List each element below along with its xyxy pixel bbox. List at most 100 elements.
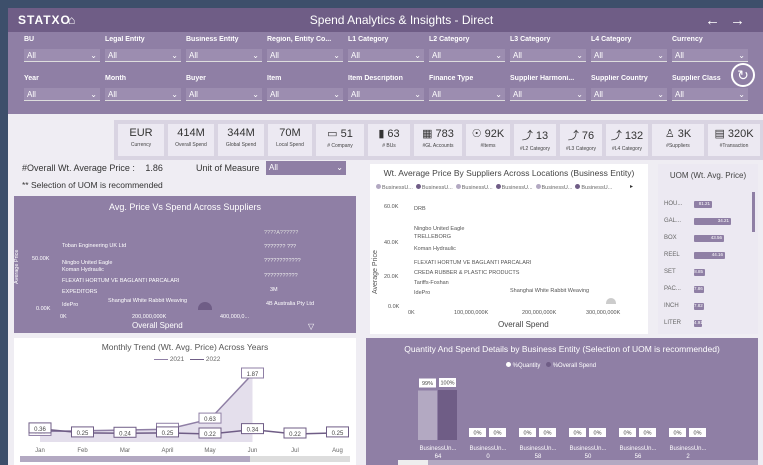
kpi-value: EUR [129,127,153,139]
uom-row-name: HOU... [664,201,683,207]
uom-row[interactable]: GAL... 34.21 [664,215,746,227]
filter-dropdown[interactable]: All ⌄ [24,49,100,62]
filter-value: All [513,89,522,99]
filter-business-entity[interactable]: Business Entity All ⌄ [186,36,262,62]
home-icon[interactable]: ⌂ [68,13,98,27]
uom-row[interactable]: PAC... 7.86 [664,283,746,295]
filter-bu[interactable]: BU All ⌄ [24,36,100,62]
uom-row[interactable]: REEL 44.16 [664,249,746,261]
data-label: 100% [440,381,454,387]
scatter1-point-label: FLEXATI HORTUM VE BAGLANTI PARCALARI [62,278,180,284]
filter-dropdown[interactable]: All ⌄ [267,88,343,101]
x-tick-label: Jun [248,448,258,454]
filter-dropdown[interactable]: All ⌄ [348,88,424,101]
scatter2-xlabel: Overall Spend [498,320,549,329]
uom-title: UOM (Wt. Avg. Price) [669,171,747,180]
filter-dropdown[interactable]: All ⌄ [186,49,262,62]
scrollbar-thumb[interactable] [398,460,428,465]
chevron-down-icon: ⌄ [333,50,340,60]
logo: STATXO [18,13,71,27]
filter-dropdown[interactable]: All ⌄ [591,88,667,101]
filter-dropdown[interactable]: All ⌄ [591,49,667,62]
kpi-card: ⤴ 13 #L2 Category [514,124,556,156]
filter-dropdown[interactable]: All ⌄ [672,49,748,62]
scatter2-point-label: IdePro [414,290,431,296]
scrollbar-thumb[interactable] [20,456,250,462]
uom-row[interactable]: BOX 43.56 [664,232,746,244]
legend-item: BusinessU... [495,184,533,191]
filter-finance-type[interactable]: Finance Type All ⌄ [429,75,505,101]
filter-dropdown[interactable]: All ⌄ [105,88,181,101]
filter-currency[interactable]: Currency All ⌄ [672,36,748,62]
trend-panel: Monthly Trend (Wt. Avg. Price) Across Ye… [14,338,356,465]
uom-row-bar: 43.56 [694,234,724,242]
filter-buyer[interactable]: Buyer All ⌄ [186,75,262,101]
filter-l4-category[interactable]: L4 Category All ⌄ [591,36,667,62]
data-label: 0.36 [34,427,46,433]
kpi-icon: ⤴ [610,130,622,142]
kpi-value: 51 [340,128,353,140]
filter-label: Buyer [186,75,206,82]
reset-icon[interactable]: ↻ [731,63,755,87]
kpi-card: EUR Currency [118,124,164,156]
scatter2-xtick: 100,000,000K [454,310,489,316]
uom-row[interactable]: INCH 7.82 [664,300,746,312]
scatter2-title: Wt. Average Price By Suppliers Across Lo… [383,168,635,178]
data-label: 0.25 [332,431,344,437]
filter-label: L2 Category [429,36,470,43]
uom-dropdown-value: All [269,163,278,172]
x-tick-label: BusinessUn... [569,446,606,452]
filter-dropdown[interactable]: All ⌄ [510,88,586,101]
x-tick-label: Jan [35,448,45,454]
legend-next-icon[interactable]: ▸ [630,183,633,190]
data-label: 0% [674,431,682,437]
filter-dropdown[interactable]: All ⌄ [429,88,505,101]
kpi-value: 70M [279,127,301,139]
filter-l2-category[interactable]: L2 Category All ⌄ [429,36,505,62]
uom-row-bar: 4.91 [694,319,703,327]
filter-label: Item [267,75,282,82]
chevron-down-icon[interactable]: ▽ [308,322,314,331]
legend-label: BusinessU... [461,185,493,191]
filter-dropdown[interactable]: All ⌄ [672,88,748,101]
overall-price-label: #Overall Wt. Average Price : 1.86 [22,163,163,173]
filter-dropdown[interactable]: All ⌄ [186,88,262,101]
scrollbar[interactable] [20,456,350,462]
chevron-down-icon: ⌄ [495,89,502,99]
scrollbar[interactable] [752,192,755,232]
kpi-card: ▤ 320K #Transaction [708,124,760,156]
kpi-icon: ⤴ [567,130,579,142]
filter-l3-category[interactable]: L3 Category All ⌄ [510,36,586,62]
filter-dropdown[interactable]: All ⌄ [510,49,586,62]
legend-label: BusinessU... [382,185,413,191]
filter-region-entity-co[interactable]: Region, Entity Co... All ⌄ [267,36,343,62]
uom-row[interactable]: SET 8.85 [664,266,746,278]
uom-row[interactable]: HOU... 81.21 [664,198,746,210]
filter-month[interactable]: Month All ⌄ [105,75,181,101]
uom-dropdown[interactable]: All ⌄ [266,161,346,175]
filter-legal-entity[interactable]: Legal Entity All ⌄ [105,36,181,62]
filter-dropdown[interactable]: All ⌄ [429,49,505,62]
filter-l1-category[interactable]: L1 Category All ⌄ [348,36,424,62]
back-arrow-icon[interactable]: ← [705,12,730,29]
filter-item-description[interactable]: Item Description All ⌄ [348,75,424,101]
filter-label: Legal Entity [105,36,145,43]
filter-supplier-country[interactable]: Supplier Country All ⌄ [591,75,667,101]
legend-dot [535,184,541,189]
scatter2-ytick: 60.0K [384,204,399,210]
forward-arrow-icon[interactable]: → [730,12,755,29]
filter-supplier-harmoni[interactable]: Supplier Harmoni... All ⌄ [510,75,586,101]
filter-value: All [351,89,360,99]
filter-dropdown[interactable]: All ⌄ [348,49,424,62]
filter-item[interactable]: Item All ⌄ [267,75,343,101]
scrollbar[interactable] [398,460,758,465]
filter-dropdown[interactable]: All ⌄ [267,49,343,62]
chevron-down-icon: ⌄ [171,50,178,60]
filter-dropdown[interactable]: All ⌄ [105,49,181,62]
scatter1-point-label: ??????? ??? [264,244,297,250]
filter-value: All [675,50,684,60]
uom-row[interactable]: LITER 4.91 [664,317,746,329]
filter-dropdown[interactable]: All ⌄ [24,88,100,101]
filter-year[interactable]: Year All ⌄ [24,75,100,101]
x-tick-label: May [204,448,215,454]
